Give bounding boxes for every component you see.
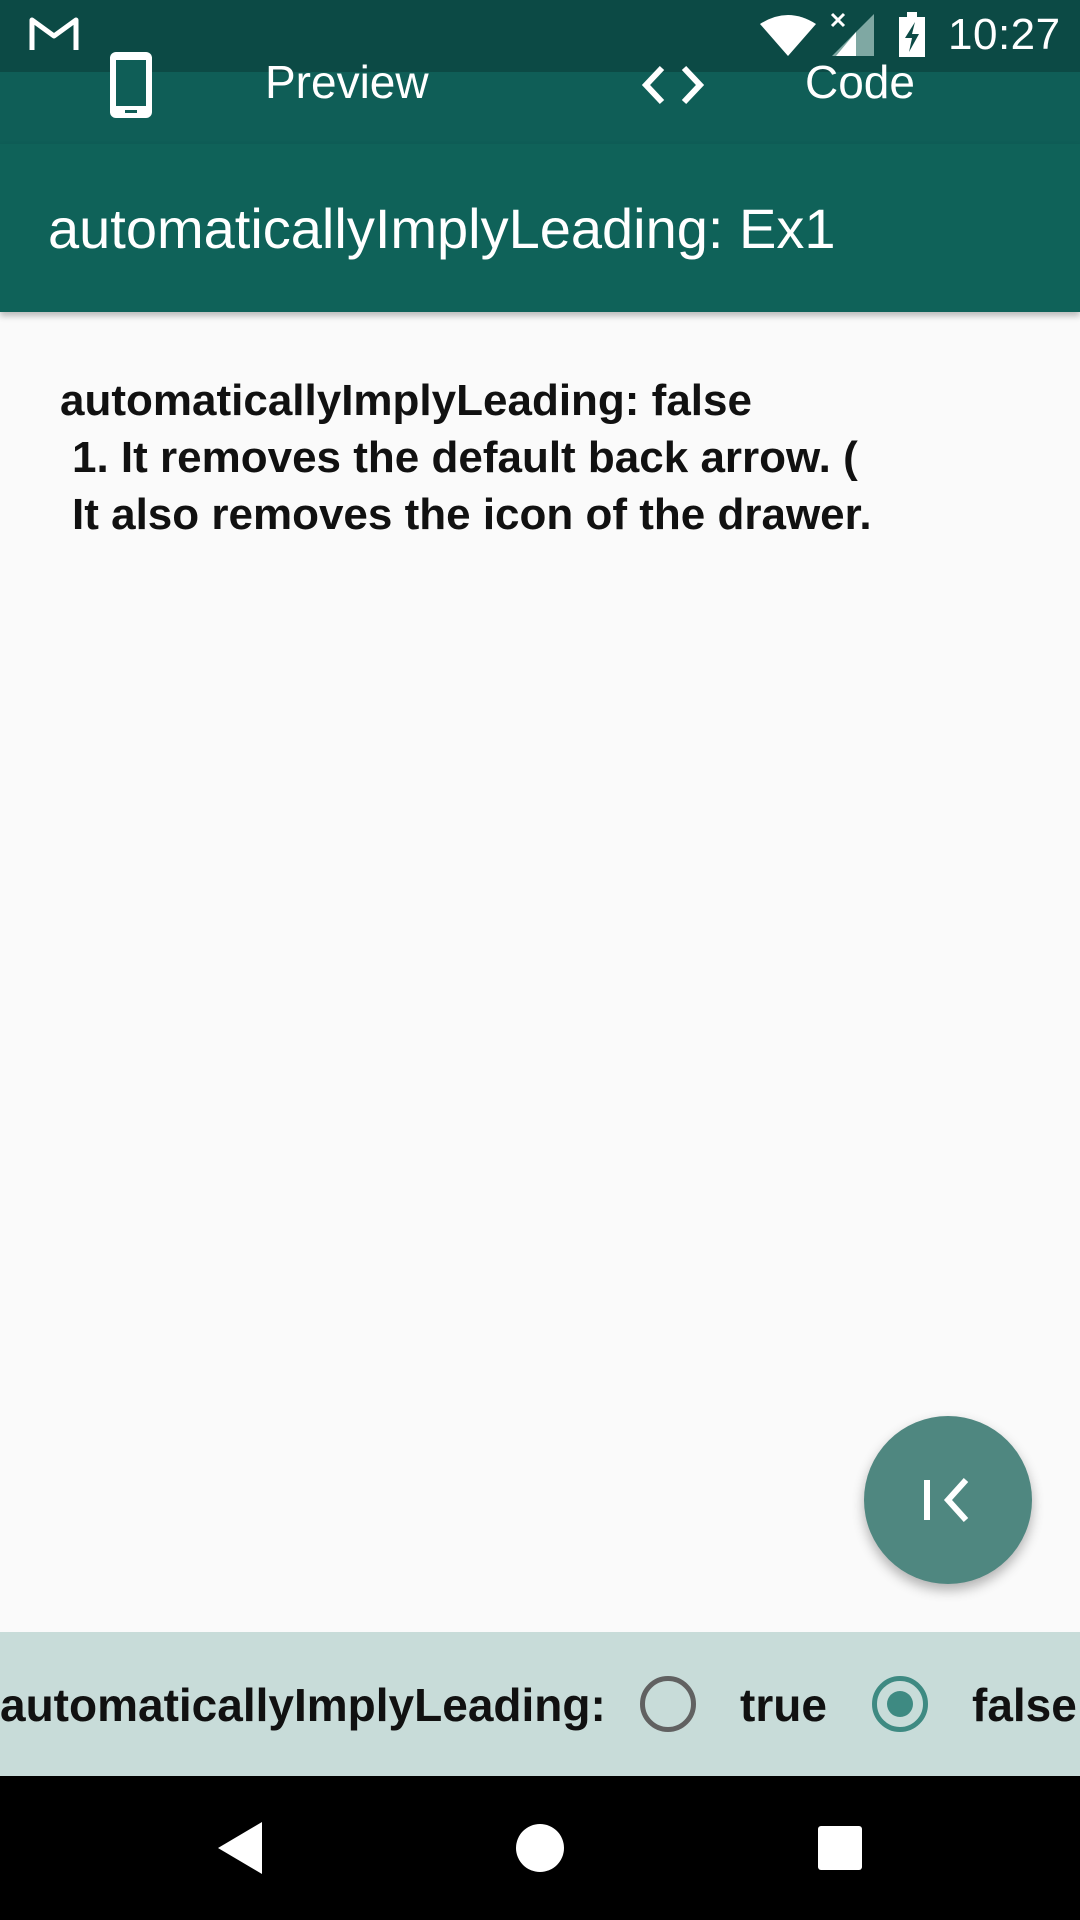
content-line-3: It also removes the icon of the drawer. xyxy=(72,490,872,539)
phone-icon xyxy=(110,52,152,118)
option-panel: automaticallyImplyLeading: true false xyxy=(0,1632,1080,1776)
content-line-1: automaticallyImplyLeading: false xyxy=(60,376,752,425)
content-text: automaticallyImplyLeading: false 1. It r… xyxy=(60,372,1040,543)
collapse-left-icon xyxy=(924,1477,969,1523)
home-icon[interactable] xyxy=(508,1816,572,1880)
recents-icon[interactable] xyxy=(808,1816,872,1880)
option-label: automaticallyImplyLeading: xyxy=(0,1679,606,1731)
page-title: automaticallyImplyLeading: Ex1 xyxy=(48,197,836,260)
app-bar: automaticallyImplyLeading: Ex1 xyxy=(0,144,1080,312)
radio-true-label[interactable]: true xyxy=(740,1678,827,1732)
tab-code-label: Code xyxy=(805,56,915,108)
system-nav-bar xyxy=(0,1776,1080,1920)
collapse-fab-button[interactable] xyxy=(864,1416,1032,1584)
radio-selected-dot xyxy=(887,1691,913,1717)
back-icon[interactable] xyxy=(208,1816,272,1880)
tab-code[interactable]: Code xyxy=(540,0,1080,144)
radio-false-label[interactable]: false xyxy=(972,1678,1077,1732)
radio-true[interactable] xyxy=(640,1676,696,1732)
radio-false[interactable] xyxy=(872,1676,928,1732)
code-icon xyxy=(641,65,705,105)
top-tab-bar: Preview Code xyxy=(0,52,1080,144)
content-line-2: 1. It removes the default back arrow. ( xyxy=(72,433,858,482)
tab-preview[interactable]: Preview xyxy=(0,0,540,144)
tab-preview-label: Preview xyxy=(265,56,429,108)
